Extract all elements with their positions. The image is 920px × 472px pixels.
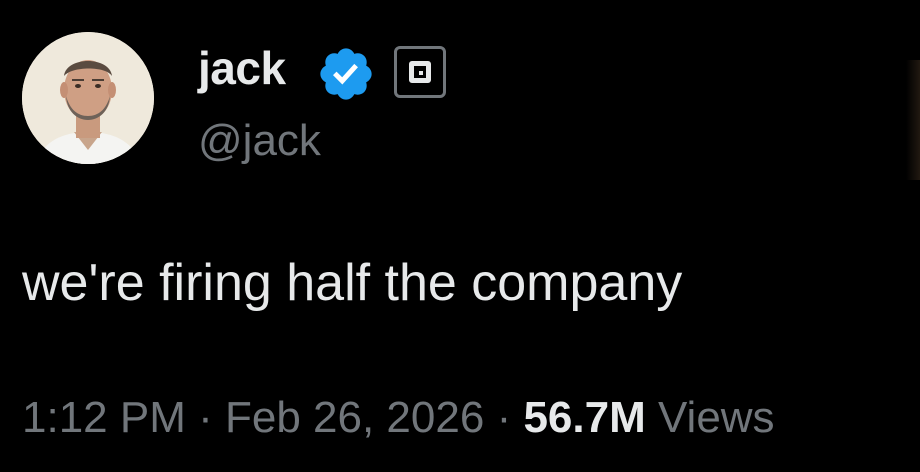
tweet-text: we're firing half the company: [22, 254, 683, 312]
meta-separator: ·: [496, 393, 512, 442]
avatar[interactable]: [22, 32, 154, 164]
user-handle[interactable]: @jack: [198, 114, 321, 168]
verified-badge-icon[interactable]: [316, 44, 376, 104]
views-label: Views: [657, 393, 775, 442]
display-name[interactable]: jack: [198, 40, 286, 96]
avatar-photo: [22, 32, 154, 164]
views-count: 56.7M: [523, 393, 646, 442]
square-logo-dot: [419, 71, 423, 75]
square-logo-inner: [409, 61, 431, 83]
tweet-time[interactable]: 1:12 PM: [22, 393, 186, 442]
tweet-meta: 1:12 PM · Feb 26, 2026 · 56.7M Views: [22, 390, 775, 446]
meta-separator: ·: [198, 393, 213, 442]
tweet-card: jack @jack we're firing half the company…: [0, 0, 920, 472]
square-logo-icon[interactable]: [394, 46, 446, 98]
edge-shadow: [906, 60, 920, 180]
tweet-date[interactable]: Feb 26, 2026: [225, 393, 484, 442]
